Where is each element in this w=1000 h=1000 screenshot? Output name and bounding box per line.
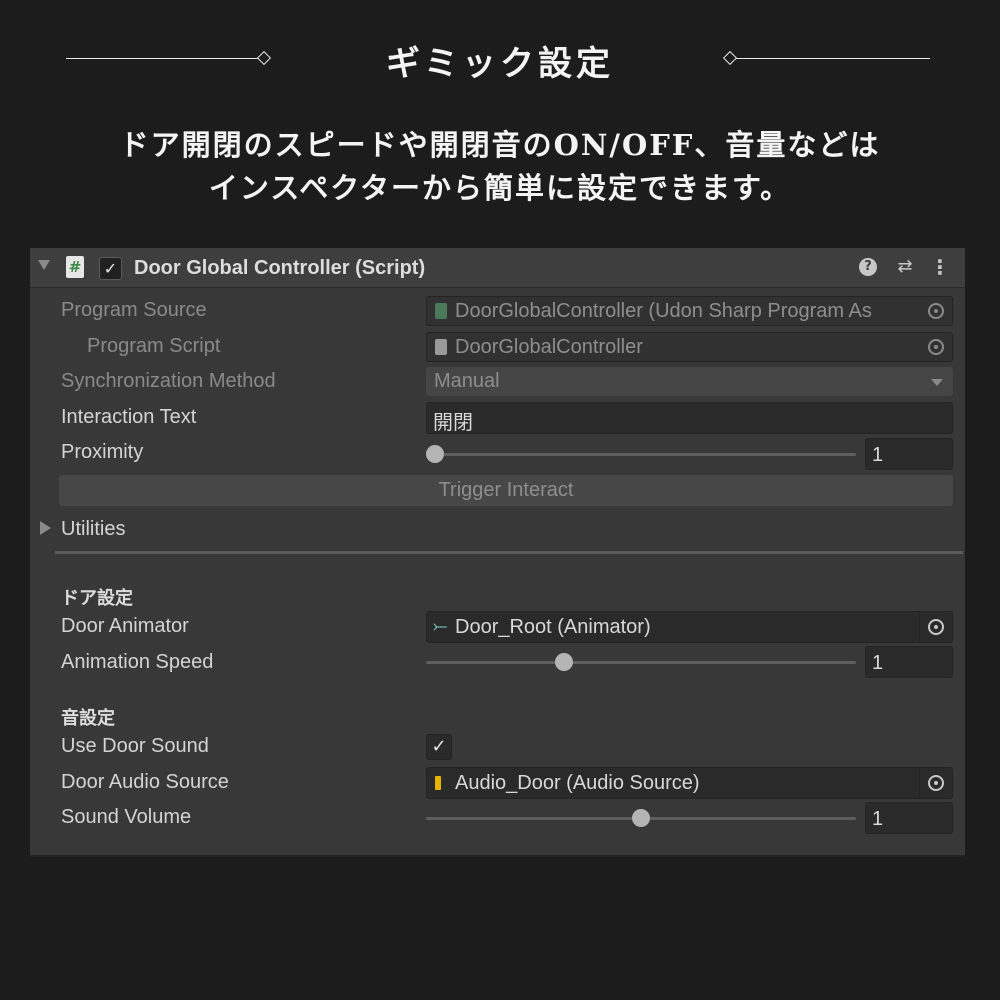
- door-animator-field[interactable]: ⤚ Door_Root (Animator): [426, 611, 953, 643]
- more-icon[interactable]: ⋮: [930, 257, 950, 277]
- audio-source-icon: [435, 776, 441, 790]
- section-divider: [55, 551, 963, 554]
- animation-speed-value: 1: [872, 652, 884, 674]
- title-row: ギミック設定: [0, 34, 1000, 84]
- script-file-icon: [435, 339, 447, 355]
- program-script-value: DoorGlobalController: [455, 336, 643, 358]
- door-animator-value: Door_Root (Animator): [455, 616, 651, 638]
- door-animator-label: Door Animator: [61, 615, 189, 637]
- trigger-interact-button[interactable]: Trigger Interact: [59, 475, 953, 506]
- sound-settings-header: 音設定: [61, 708, 115, 728]
- use-door-sound-checkbox[interactable]: ✓: [426, 734, 452, 760]
- object-picker-icon[interactable]: [920, 297, 952, 325]
- proximity-slider[interactable]: [425, 445, 856, 463]
- use-door-sound-label: Use Door Sound: [61, 735, 209, 757]
- sound-volume-label: Sound Volume: [61, 806, 192, 828]
- door-audio-source-value: Audio_Door (Audio Source): [455, 772, 700, 794]
- description-line-1: ドア開閉のスピードや開閉音のON/OFF、音量などは: [119, 128, 881, 162]
- proximity-value: 1: [872, 444, 884, 466]
- program-script-label: Program Script: [87, 335, 221, 357]
- sync-method-value: Manual: [434, 370, 500, 392]
- inspector-panel: # ✓ Door Global Controller (Script) ? ⇄ …: [30, 248, 965, 857]
- sync-method-label: Synchronization Method: [61, 370, 276, 392]
- animation-speed-number-field[interactable]: 1: [865, 646, 953, 678]
- animation-speed-slider-handle[interactable]: [554, 653, 573, 671]
- utilities-foldout-arrow-icon[interactable]: [40, 521, 51, 535]
- page-description: ドア開閉のスピードや開閉音のON/OFF、音量などは インスペクターから簡単に設…: [0, 124, 1000, 210]
- help-icon[interactable]: ?: [859, 258, 877, 276]
- animation-speed-slider[interactable]: [426, 653, 856, 671]
- door-settings-header: ドア設定: [61, 588, 133, 608]
- title-line-right: [736, 58, 930, 59]
- component-header[interactable]: # ✓ Door Global Controller (Script) ? ⇄ …: [30, 248, 965, 288]
- presets-icon[interactable]: ⇄: [894, 257, 916, 277]
- program-source-field[interactable]: DoorGlobalController (Udon Sharp Program…: [426, 296, 953, 326]
- door-audio-source-label: Door Audio Source: [61, 771, 229, 793]
- sound-volume-number-field[interactable]: 1: [865, 802, 953, 834]
- interaction-text-label: Interaction Text: [61, 406, 197, 428]
- page-title: ギミック設定: [386, 44, 614, 84]
- object-picker-icon[interactable]: [919, 768, 952, 798]
- foldout-arrow-icon[interactable]: [38, 260, 50, 270]
- proximity-label: Proximity: [61, 441, 144, 463]
- sound-volume-slider-handle[interactable]: [632, 809, 650, 827]
- sync-method-dropdown[interactable]: Manual: [426, 367, 953, 396]
- component-enabled-checkbox[interactable]: ✓: [99, 257, 122, 280]
- script-icon: #: [66, 256, 84, 278]
- dropdown-arrow-icon: [931, 379, 943, 386]
- program-source-label: Program Source: [61, 299, 207, 321]
- program-script-field[interactable]: DoorGlobalController: [426, 332, 953, 362]
- object-picker-icon[interactable]: [920, 333, 952, 361]
- sound-volume-value: 1: [872, 808, 884, 830]
- animator-icon: ⤚: [433, 616, 448, 637]
- component-title: Door Global Controller (Script): [134, 257, 426, 279]
- animation-speed-label: Animation Speed: [61, 651, 214, 673]
- object-picker-icon[interactable]: [919, 612, 952, 642]
- interaction-text-input[interactable]: 開閉: [426, 402, 953, 434]
- sound-volume-slider[interactable]: [426, 809, 856, 827]
- interaction-text-value: 開閉: [433, 412, 473, 434]
- door-audio-source-field[interactable]: Audio_Door (Audio Source): [426, 767, 953, 799]
- description-line-2: インスペクターから簡単に設定できます。: [208, 171, 792, 205]
- program-source-value: DoorGlobalController (Udon Sharp Program…: [455, 300, 872, 322]
- utilities-foldout-label[interactable]: Utilities: [61, 518, 125, 541]
- proximity-number-field[interactable]: 1: [865, 438, 953, 470]
- proximity-slider-handle[interactable]: [425, 445, 444, 463]
- program-asset-icon: [435, 303, 447, 319]
